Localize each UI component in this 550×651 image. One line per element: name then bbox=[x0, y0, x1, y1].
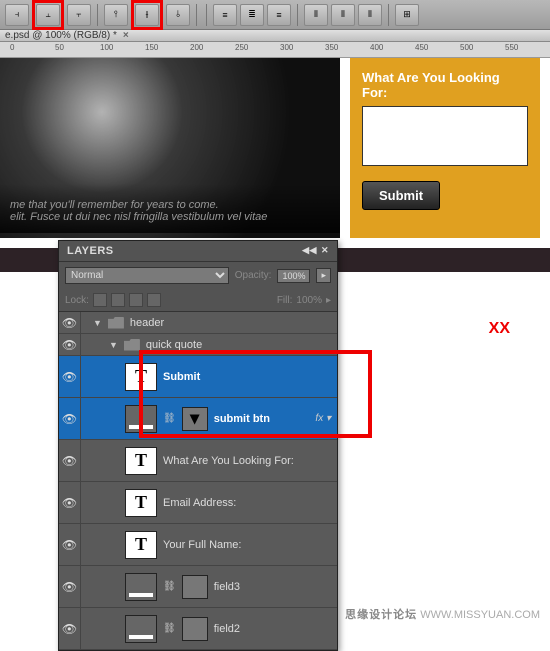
visibility-icon[interactable]: 👁 bbox=[59, 356, 81, 397]
shape-layer-icon bbox=[125, 405, 157, 433]
distribute-h-btn[interactable]: ⦀ bbox=[331, 4, 355, 26]
panel-menu-icon[interactable]: ◀◀✕ bbox=[302, 245, 329, 257]
align-bottom-btn[interactable]: ⫰ bbox=[166, 4, 190, 26]
panel-header[interactable]: LAYERS ◀◀✕ bbox=[59, 241, 337, 262]
visibility-icon[interactable]: 👁 bbox=[59, 608, 81, 649]
fill-value[interactable]: 100% bbox=[296, 295, 322, 306]
layer-field2[interactable]: 👁 ⛓ field2 bbox=[59, 608, 337, 650]
blend-mode-select[interactable]: Normal bbox=[65, 267, 229, 284]
layer-field3[interactable]: 👁 ⛓ field3 bbox=[59, 566, 337, 608]
align-right-btn[interactable]: ⫟ bbox=[67, 4, 91, 26]
opacity-label: Opacity: bbox=[235, 270, 272, 281]
visibility-icon[interactable]: 👁 bbox=[59, 440, 81, 481]
visibility-icon[interactable]: 👁 bbox=[59, 312, 81, 333]
visibility-icon[interactable]: 👁 bbox=[59, 398, 81, 439]
lock-fill-row: Lock: Fill: 100%▸ bbox=[59, 289, 337, 312]
distribute-right-btn[interactable]: ⦀ bbox=[358, 4, 382, 26]
layer-looking-for-text[interactable]: 👁 T What Are You Looking For: bbox=[59, 440, 337, 482]
layer-email-text[interactable]: 👁 T Email Address: bbox=[59, 482, 337, 524]
lock-transparency-icon[interactable] bbox=[93, 293, 107, 307]
vector-mask-icon: ▾ bbox=[182, 407, 208, 431]
align-left-btn[interactable]: ⫞ bbox=[5, 4, 29, 26]
layer-submit-btn[interactable]: 👁 ⛓ ▾ submit btn fx ▾ bbox=[59, 398, 337, 440]
disclosure-icon[interactable]: ▼ bbox=[93, 318, 102, 328]
quote-form: What Are You Looking For: Submit bbox=[350, 58, 540, 238]
lock-paint-icon[interactable] bbox=[111, 293, 125, 307]
hero-caption: me that you'll remember for years to com… bbox=[0, 184, 340, 233]
watermark: 思缘设计论坛 WWW.MISSYUAN.COM bbox=[345, 606, 540, 622]
lock-move-icon[interactable] bbox=[129, 293, 143, 307]
panel-title: LAYERS bbox=[67, 245, 114, 257]
lock-label: Lock: bbox=[65, 295, 89, 306]
folder-icon bbox=[124, 339, 140, 351]
text-layer-icon: T bbox=[125, 531, 157, 559]
fx-icon[interactable]: fx ▾ bbox=[315, 413, 331, 424]
layer-submit-text[interactable]: 👁 T Submit bbox=[59, 356, 337, 398]
layer-list: 👁 ▼ header 👁 ▼ quick quote 👁 T Submit bbox=[59, 312, 337, 650]
fill-label: Fill: bbox=[277, 295, 293, 306]
folder-icon bbox=[108, 317, 124, 329]
opacity-value[interactable]: 100% bbox=[277, 269, 310, 283]
text-layer-icon: T bbox=[125, 447, 157, 475]
blend-opacity-row: Normal Opacity: 100%▸ bbox=[59, 262, 337, 289]
layer-name-text[interactable]: 👁 T Your Full Name: bbox=[59, 524, 337, 566]
link-mask-icon[interactable]: ⛓ bbox=[163, 623, 176, 634]
disclosure-icon[interactable]: ▼ bbox=[109, 340, 118, 350]
align-toolbar: ⫞ ⫠ ⫟ ⫯ ⫲ ⫰ ≡ ≣ ≡ ⦀ ⦀ ⦀ ⊞ bbox=[0, 0, 550, 30]
text-layer-icon: T bbox=[125, 363, 157, 391]
auto-align-btn[interactable]: ⊞ bbox=[395, 4, 419, 26]
submit-button[interactable]: Submit bbox=[362, 181, 440, 210]
document-title: e.psd @ 100% (RGB/8) * bbox=[5, 30, 117, 41]
distribute-bottom-btn[interactable]: ≡ bbox=[267, 4, 291, 26]
distribute-top-btn[interactable]: ≡ bbox=[213, 4, 237, 26]
distribute-left-btn[interactable]: ⦀ bbox=[304, 4, 328, 26]
text-layer-icon: T bbox=[125, 489, 157, 517]
layer-group-quick-quote[interactable]: 👁 ▼ quick quote bbox=[59, 334, 337, 356]
vector-mask-icon bbox=[182, 575, 208, 599]
canvas[interactable]: me that you'll remember for years to com… bbox=[0, 58, 550, 248]
visibility-icon[interactable]: 👁 bbox=[59, 482, 81, 523]
align-top-btn[interactable]: ⫯ bbox=[104, 4, 128, 26]
hero-image: me that you'll remember for years to com… bbox=[0, 58, 340, 238]
visibility-icon[interactable]: 👁 bbox=[59, 566, 81, 607]
looking-for-input[interactable] bbox=[362, 106, 528, 166]
layers-panel: LAYERS ◀◀✕ Normal Opacity: 100%▸ Lock: F… bbox=[58, 240, 338, 651]
shape-layer-icon bbox=[125, 573, 157, 601]
align-center-h-btn[interactable]: ⫠ bbox=[36, 4, 60, 26]
vector-mask-icon bbox=[182, 617, 208, 641]
lock-all-icon[interactable] bbox=[147, 293, 161, 307]
visibility-icon[interactable]: 👁 bbox=[59, 334, 81, 355]
document-tab[interactable]: e.psd @ 100% (RGB/8) * × bbox=[0, 30, 550, 42]
link-mask-icon[interactable]: ⛓ bbox=[163, 413, 176, 424]
close-icon[interactable]: × bbox=[123, 30, 129, 41]
visibility-icon[interactable]: 👁 bbox=[59, 524, 81, 565]
align-center-v-btn[interactable]: ⫲ bbox=[135, 4, 159, 26]
link-mask-icon[interactable]: ⛓ bbox=[163, 581, 176, 592]
distribute-v-btn[interactable]: ≣ bbox=[240, 4, 264, 26]
form-field-label: What Are You Looking For: bbox=[362, 70, 528, 100]
annotation-xx: XX bbox=[489, 320, 510, 338]
shape-layer-icon bbox=[125, 615, 157, 643]
layer-group-header[interactable]: 👁 ▼ header bbox=[59, 312, 337, 334]
horizontal-ruler: 0 50 100 150 200 250 300 350 400 450 500… bbox=[0, 42, 550, 58]
